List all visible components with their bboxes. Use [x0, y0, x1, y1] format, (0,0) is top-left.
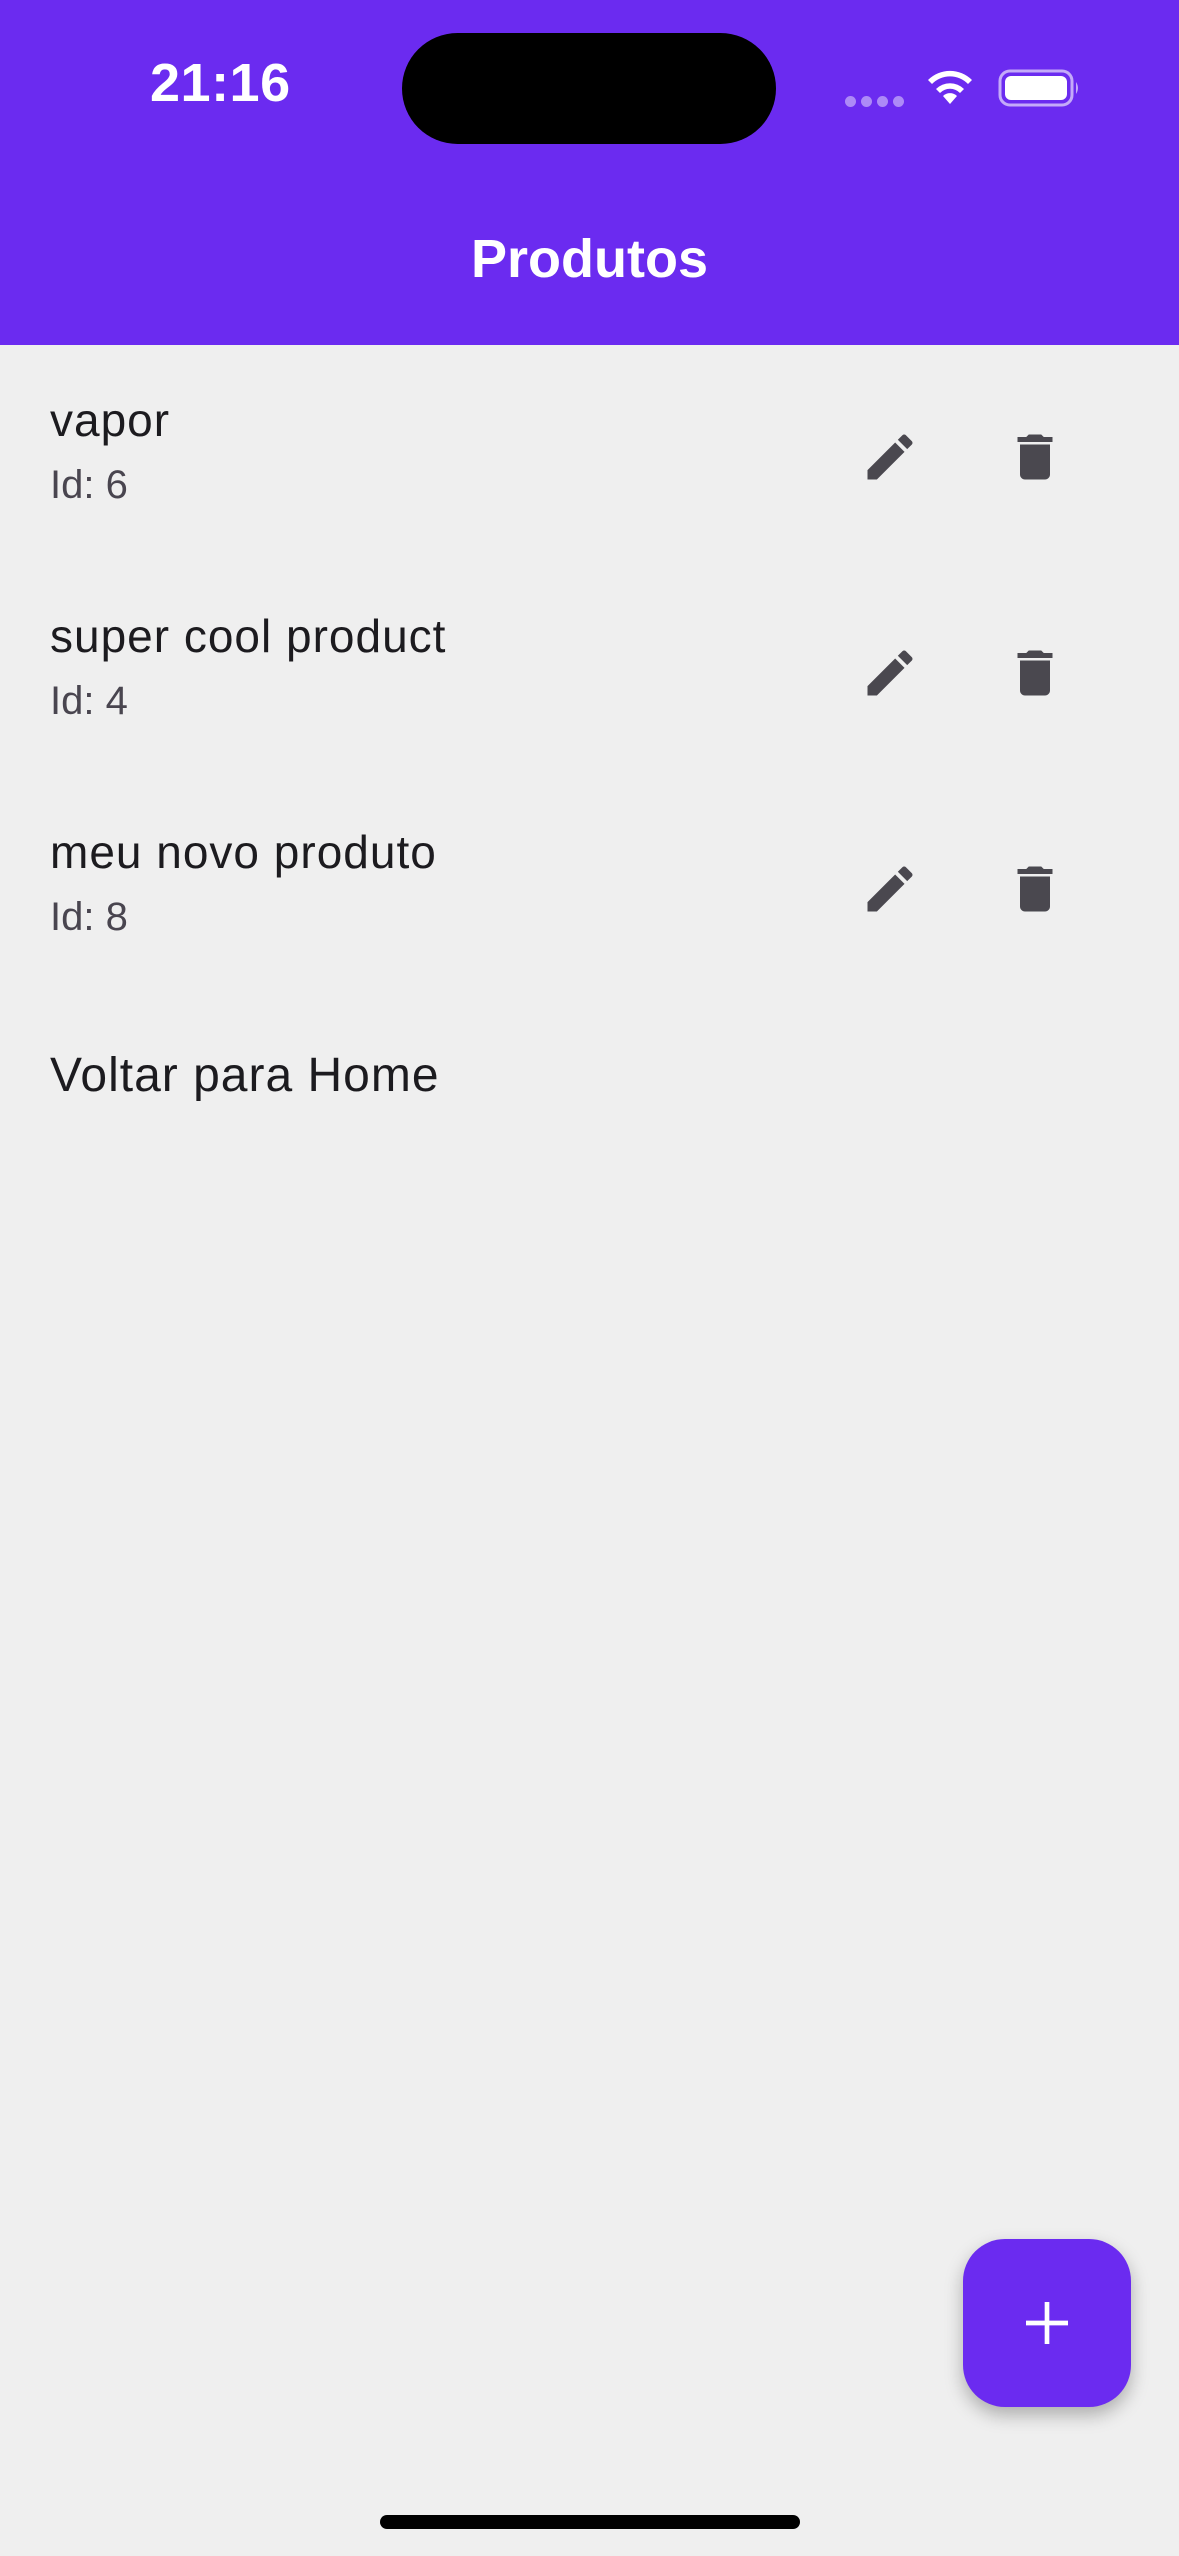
delete-button[interactable] [985, 407, 1085, 507]
product-name: vapor [50, 394, 171, 446]
cellular-signal-icon [845, 96, 905, 108]
product-list-item[interactable]: vapor Id: 6 [0, 345, 1179, 561]
pencil-icon [867, 650, 913, 696]
product-id: Id: 4 [50, 679, 128, 723]
product-list-item[interactable]: meu novo produto Id: 8 [0, 777, 1179, 993]
delete-button[interactable] [985, 839, 1085, 939]
add-product-button[interactable] [963, 2239, 1131, 2407]
wifi-icon [928, 70, 972, 104]
product-id: Id: 6 [50, 463, 128, 507]
home-indicator[interactable] [380, 2515, 800, 2529]
pencil-icon [867, 434, 913, 480]
product-name: meu novo produto [50, 826, 437, 878]
back-to-home-link[interactable]: Voltar para Home [50, 1048, 440, 1103]
dynamic-island [402, 33, 776, 144]
delete-button[interactable] [985, 623, 1085, 723]
product-name: super cool product [50, 610, 447, 662]
app-bar: 21:16 Produtos [0, 0, 1179, 345]
battery-icon [998, 69, 1078, 107]
products-screen: 21:16 Produtos vapor Id: 6 super cool pr… [0, 0, 1179, 2556]
pencil-icon [867, 866, 913, 912]
product-id: Id: 8 [50, 895, 128, 939]
edit-button[interactable] [840, 407, 940, 507]
trash-icon [1017, 650, 1053, 696]
trash-icon [1017, 434, 1053, 480]
product-list-item[interactable]: super cool product Id: 4 [0, 561, 1179, 777]
product-list: vapor Id: 6 super cool product Id: 4 meu… [0, 345, 1179, 993]
status-time: 21:16 [150, 53, 291, 113]
edit-button[interactable] [840, 839, 940, 939]
page-title: Produtos [471, 229, 708, 289]
trash-icon [1017, 866, 1053, 912]
edit-button[interactable] [840, 623, 940, 723]
plus-icon [1026, 2302, 1068, 2344]
